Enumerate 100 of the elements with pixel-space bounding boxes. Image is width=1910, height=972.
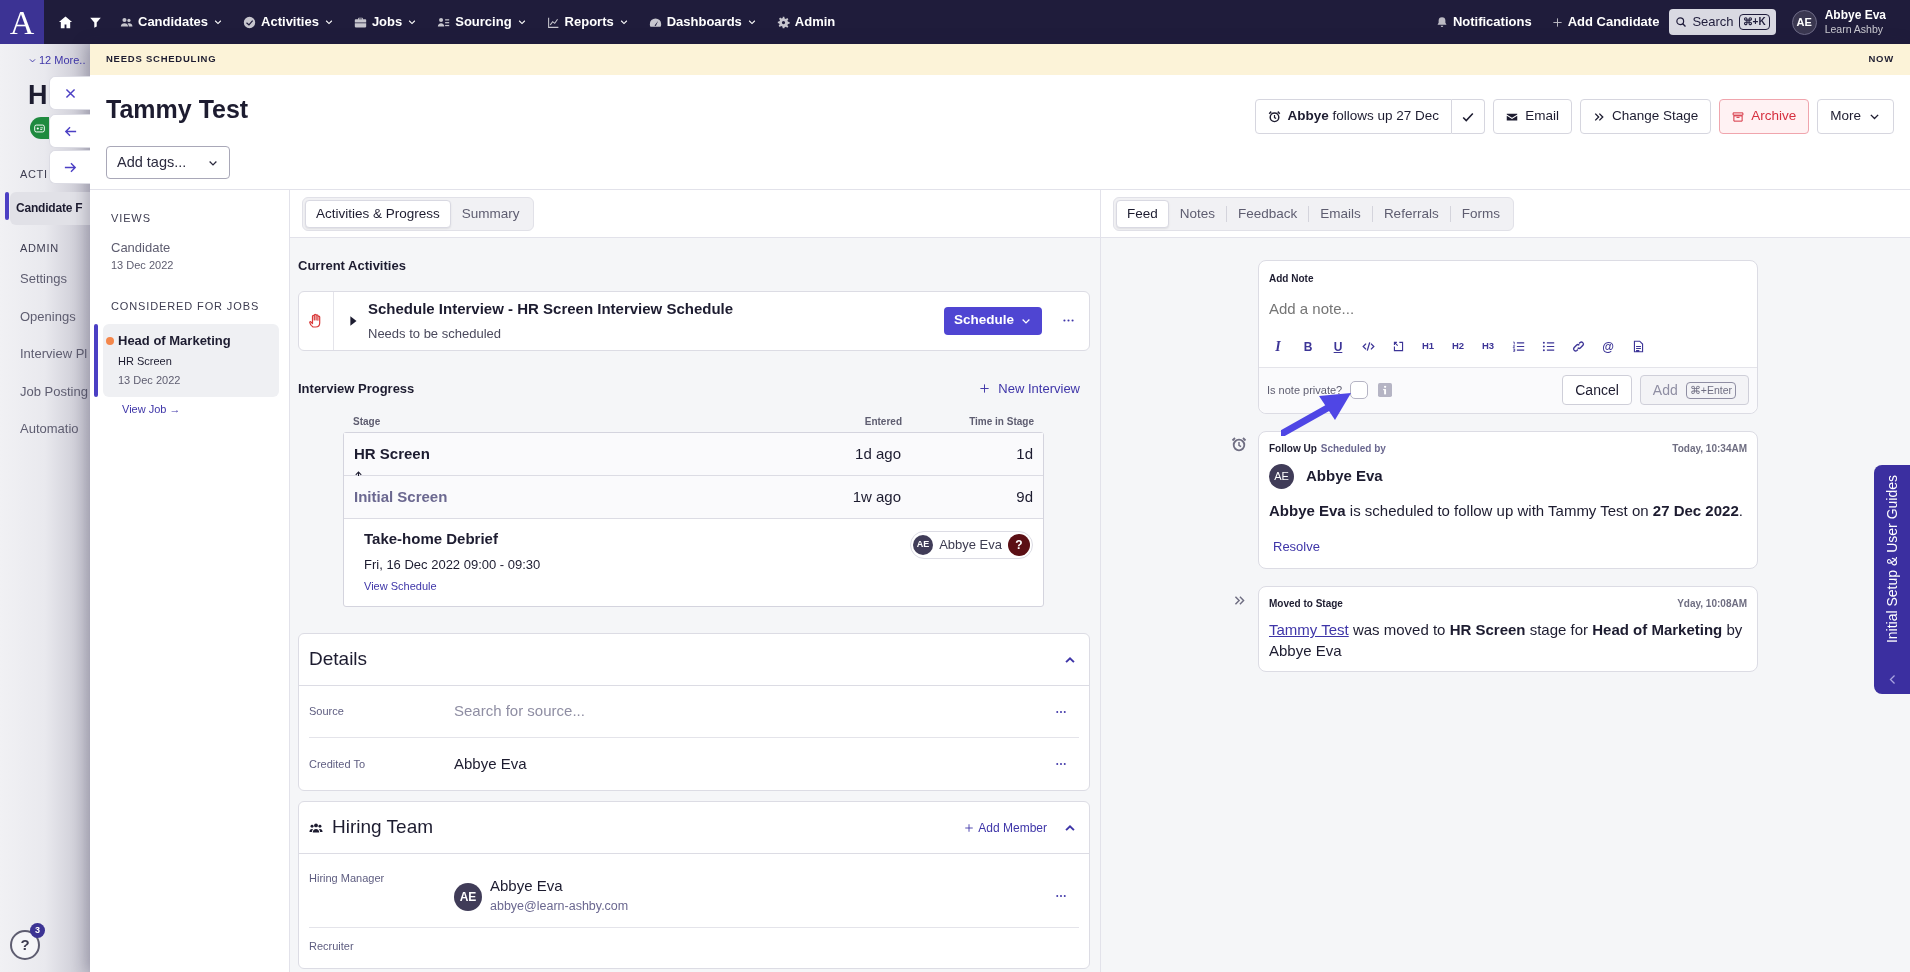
italic-button[interactable]: I — [1263, 336, 1293, 357]
chevron-down-icon — [28, 56, 37, 65]
tab[interactable]: Feed — [1116, 199, 1169, 228]
search-field[interactable]: Search for source... — [454, 700, 1055, 723]
section-heading: CONSIDERED FOR JOBS — [110, 298, 261, 314]
close-button[interactable] — [49, 76, 90, 110]
org-name: Learn Ashby — [1824, 24, 1885, 35]
embed-icon[interactable] — [1391, 340, 1405, 353]
nav-menu-item[interactable]: Dashboards — [638, 12, 767, 32]
new-interview-link[interactable]: New Interview — [979, 378, 1080, 398]
card-title: Details — [309, 647, 368, 672]
cancel-button[interactable]: Cancel — [1562, 375, 1632, 405]
role-label: Hiring Manager — [309, 871, 386, 886]
mention-button[interactable]: @ — [1593, 336, 1623, 357]
tab[interactable]: Referrals — [1372, 199, 1450, 228]
nav-menu-item[interactable]: Activities — [233, 12, 344, 32]
add-member-link[interactable]: Add Member — [964, 818, 1047, 837]
banner-time: NOW — [1868, 52, 1894, 67]
tab[interactable]: Notes — [1168, 199, 1227, 228]
heading-button[interactable]: H1 — [1413, 336, 1443, 357]
nav-menu-item[interactable]: Sourcing — [427, 12, 537, 32]
numbered-list-icon[interactable] — [1511, 340, 1525, 353]
sidebar-item[interactable]: Job Posting — [0, 372, 90, 410]
view-schedule-link[interactable]: View Schedule — [364, 578, 437, 595]
tab[interactable]: Feedback — [1227, 199, 1309, 228]
document-icon[interactable] — [1631, 340, 1645, 353]
sidebar-item[interactable]: Automatio — [0, 410, 90, 448]
logo[interactable]: A — [0, 0, 44, 44]
filter-icon[interactable] — [89, 15, 102, 29]
search-icon — [1675, 16, 1688, 28]
stage-name: HR Screen — [354, 443, 430, 464]
stage-name: Initial Screen — [354, 486, 448, 507]
nav-menu-item[interactable]: Jobs — [343, 12, 428, 32]
view-date: 13 Dec 2022 — [110, 258, 175, 273]
candidate-link[interactable]: Tammy Test — [1269, 621, 1349, 639]
more-button[interactable]: More — [1817, 99, 1894, 134]
add-candidate-link[interactable]: Add Candidate — [1541, 12, 1670, 32]
heading-button[interactable]: H3 — [1473, 336, 1503, 357]
more-link[interactable]: 12 More.. — [0, 52, 86, 69]
private-checkbox[interactable] — [1350, 381, 1369, 399]
tab[interactable]: Emails — [1309, 199, 1372, 228]
nav-menu-item[interactable]: Reports — [536, 12, 639, 32]
job-stage: HR Screen — [118, 353, 173, 369]
interview-title: Take-home Debrief — [364, 529, 499, 549]
change-stage-button[interactable]: Change Stage — [1579, 99, 1712, 134]
link-icon[interactable] — [1571, 340, 1585, 353]
bell-icon — [1435, 16, 1448, 28]
plus-icon — [979, 382, 991, 394]
email-button[interactable]: Email — [1493, 99, 1572, 134]
heading-button[interactable]: H2 — [1443, 336, 1473, 357]
interviewer-name: Abbye Eva — [939, 536, 1002, 555]
resolve-link[interactable]: Resolve — [1273, 536, 1320, 557]
member-avatar: AE — [454, 882, 482, 911]
view-job-link[interactable]: View Job → — [122, 400, 181, 417]
user-avatar[interactable]: AE — [1791, 9, 1817, 35]
feedback-status: ? — [1008, 534, 1030, 556]
section-heading: ACTI — [19, 168, 48, 180]
sidebar-item[interactable]: Candidate F — [10, 192, 90, 225]
badge-icon — [34, 122, 45, 134]
sidebar-item[interactable]: Settings — [0, 260, 90, 298]
time-in-stage: 1d — [1015, 443, 1033, 464]
tab[interactable]: Summary — [450, 199, 531, 228]
section-heading: VIEWS — [110, 211, 152, 226]
bullet-list-icon[interactable] — [1541, 340, 1555, 353]
tab[interactable]: Forms — [1450, 199, 1511, 228]
notifications-link[interactable]: Notifications — [1425, 12, 1542, 32]
info-icon — [1378, 383, 1393, 397]
add-button[interactable]: Add ⌘+Enter — [1639, 375, 1749, 405]
section-heading: Interview Progress — [298, 379, 415, 398]
search-button[interactable]: Search ⌘+K — [1669, 9, 1776, 35]
column-header: Entered — [864, 415, 902, 429]
sidebar-item[interactable]: Interview Pl — [0, 335, 90, 373]
view-title[interactable]: Candidate — [90, 237, 289, 257]
activity-title: Schedule Interview - HR Screen Interview Schedule — [368, 299, 735, 319]
home-icon[interactable] — [58, 14, 73, 30]
archive-box-icon — [1732, 110, 1745, 123]
people-icon — [120, 15, 133, 29]
time-in-stage: 9d — [1015, 486, 1033, 507]
note-field[interactable]: Add a note... — [1259, 286, 1757, 321]
tags-dropdown[interactable]: Add tags... — [106, 146, 230, 179]
sidebar-item[interactable]: Openings — [0, 297, 90, 335]
column-header: Time in Stage — [968, 415, 1034, 429]
nav-menu-item[interactable]: Admin — [766, 12, 846, 32]
nav-menu-item[interactable]: Candidates — [110, 12, 234, 32]
plus-icon — [964, 822, 975, 833]
follow-up-button[interactable]: Abbye follows up 27 Dec — [1254, 99, 1453, 134]
job-date: 13 Dec 2022 — [118, 373, 182, 388]
status-banner-label: NEEDS SCHEDULING — [106, 52, 217, 67]
underline-button[interactable]: U — [1323, 336, 1353, 357]
tab[interactable]: Activities & Progress — [305, 199, 451, 228]
guides-tab[interactable]: Initial Setup & User Guides — [1874, 465, 1910, 694]
feed-message: Tammy Test was moved to HR Screen stage for Head of Marketing by Abbye Eva — [1269, 620, 1744, 661]
schedule-button[interactable]: Schedule — [943, 306, 1042, 335]
line-chart-icon — [546, 15, 560, 29]
code-icon[interactable] — [1361, 340, 1375, 353]
archive-button[interactable]: Archive — [1719, 99, 1810, 134]
member-email: abbye@learn-ashby.com — [490, 897, 629, 915]
shortcut-key: ⌘+K — [1738, 14, 1770, 30]
section-heading: Current Activities — [298, 257, 407, 275]
bold-button[interactable]: B — [1293, 336, 1323, 357]
